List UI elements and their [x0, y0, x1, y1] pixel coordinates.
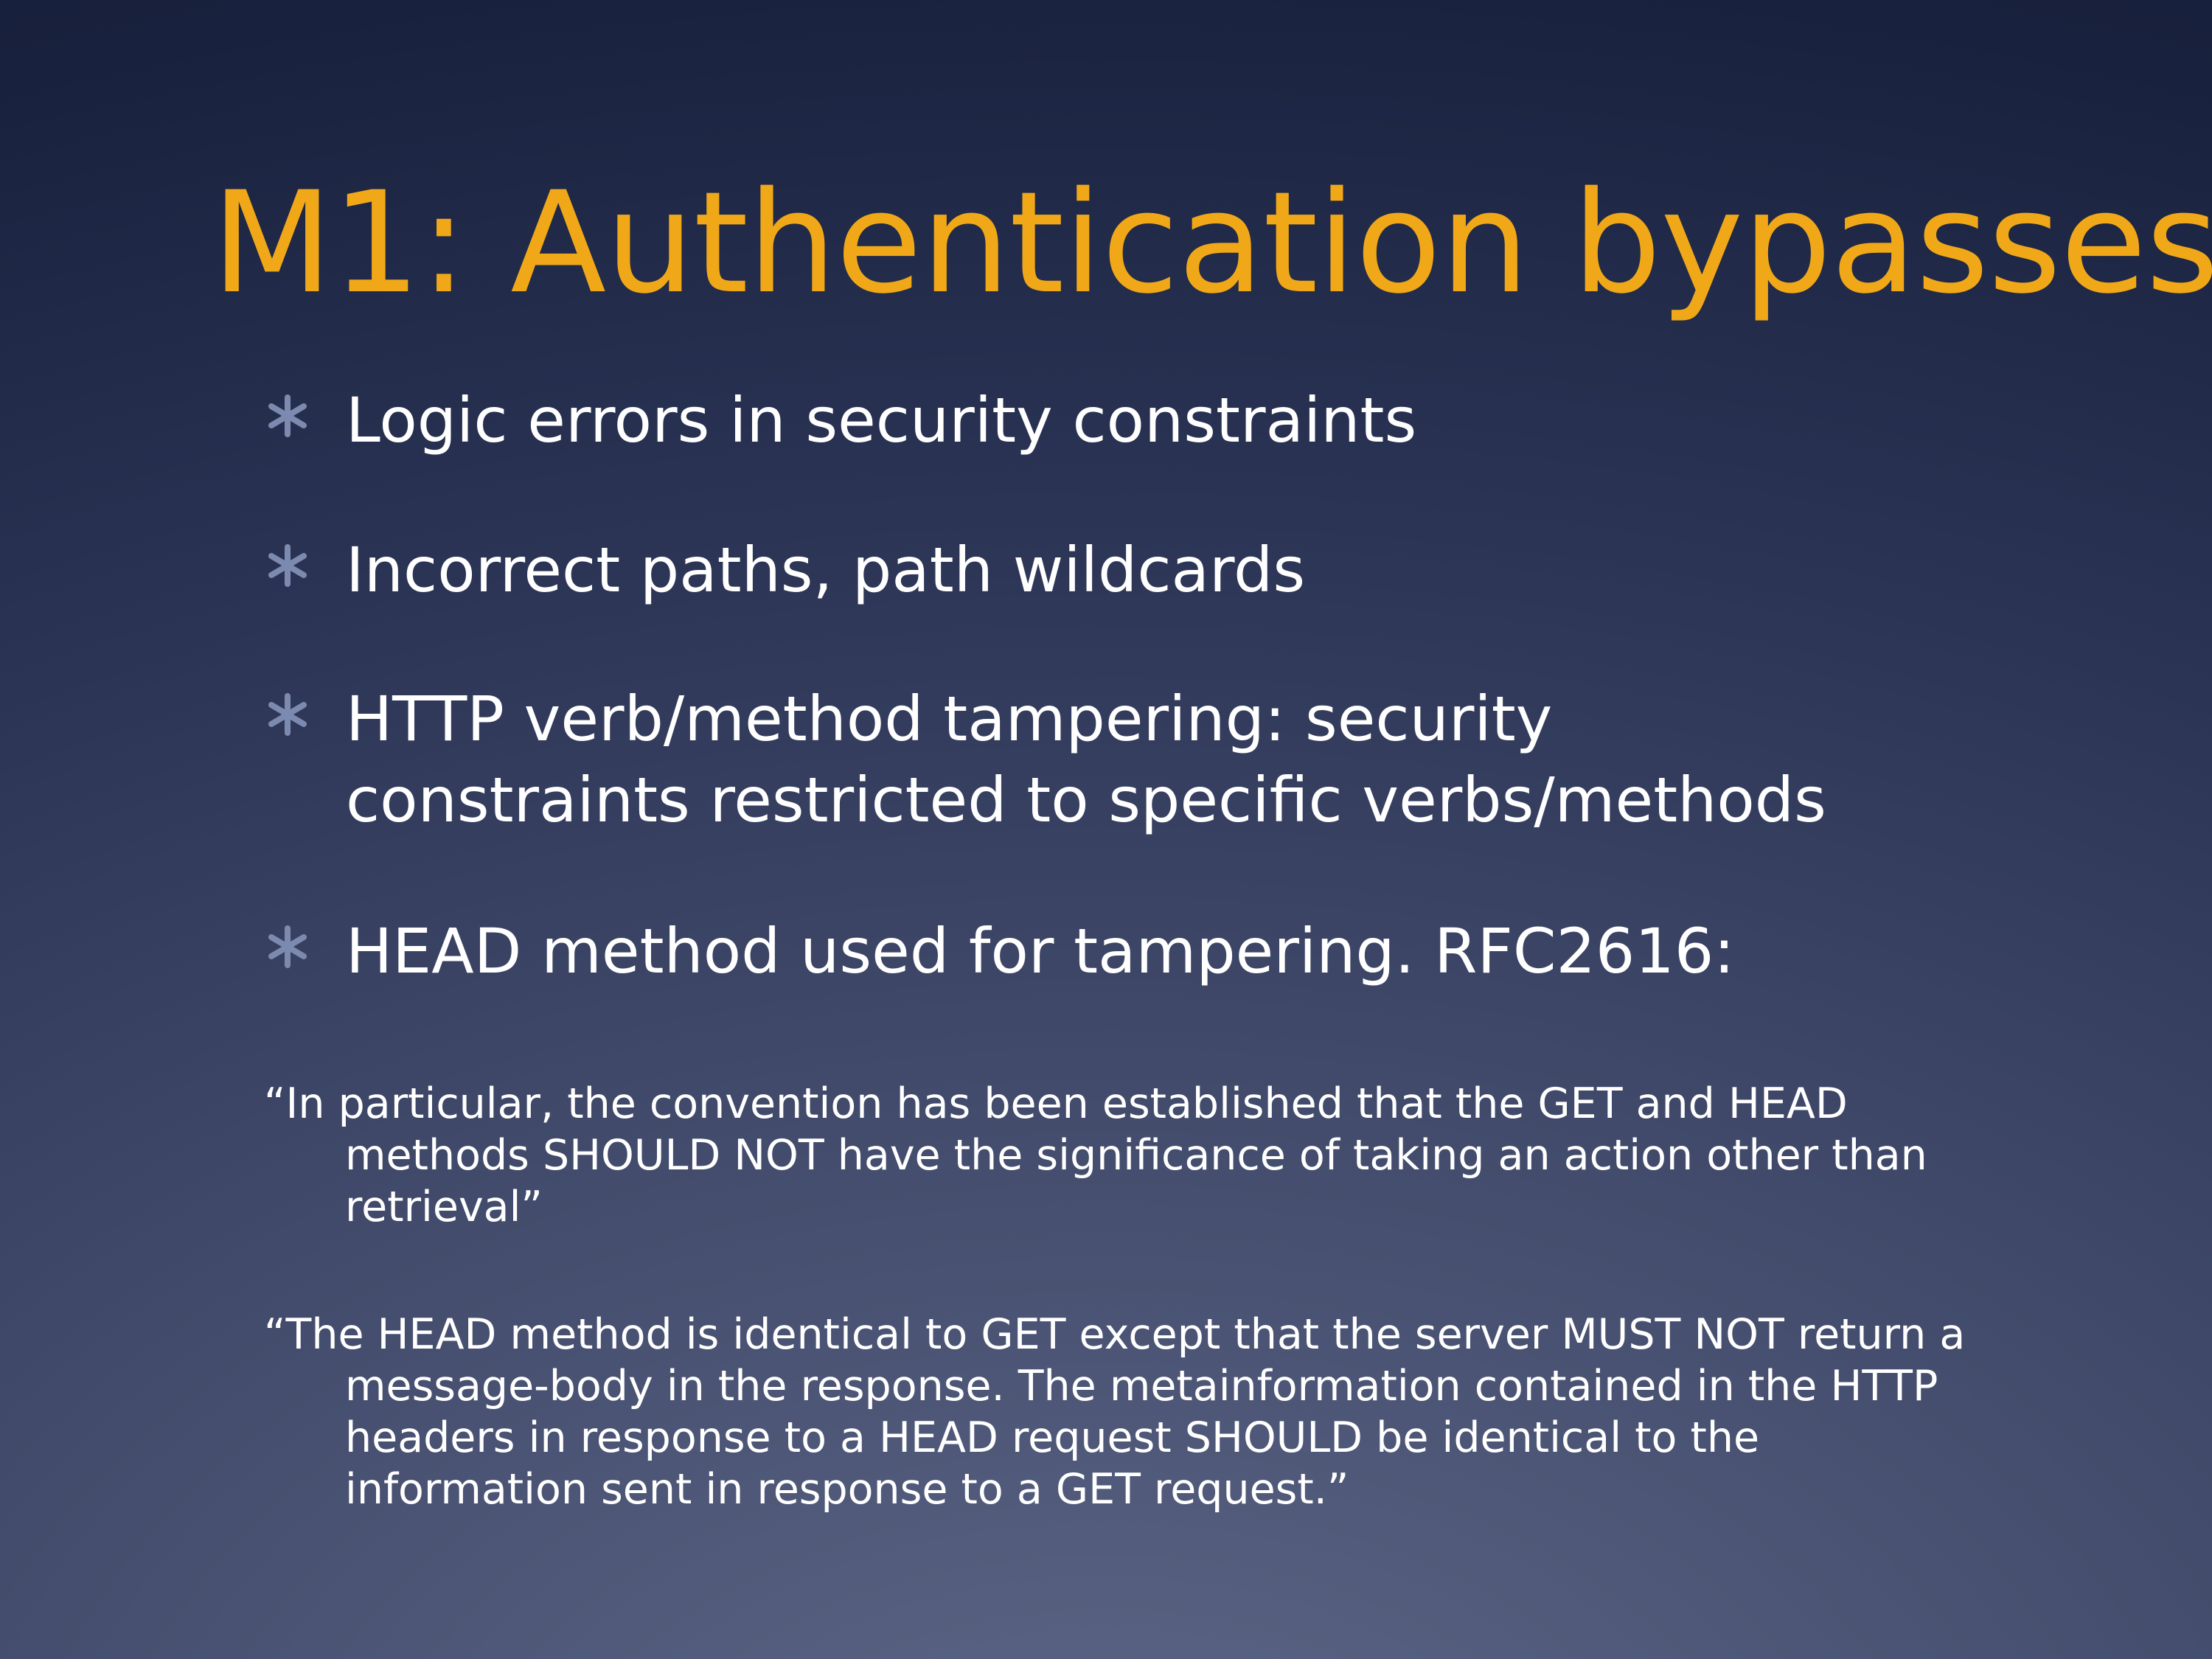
bullet-text: Incorrect paths, path wildcards — [346, 534, 1306, 606]
asterisk-icon — [268, 925, 307, 968]
bullet-item: Incorrect paths, path wildcards — [262, 529, 1958, 611]
bullet-item: Logic errors in security constraints — [262, 380, 1958, 461]
slide: M1: Authentication bypasses Logic errors… — [0, 0, 2212, 1659]
slide-title: M1: Authentication bypasses — [212, 161, 2212, 324]
rfc-quote-get-head: “In particular, the convention has been … — [264, 1079, 1927, 1231]
rfc-quote-head-method: “The HEAD method is identical to GET exc… — [264, 1310, 1966, 1514]
bullet-text: Logic errors in security constraints — [346, 384, 1417, 456]
bullet-item: HEAD method used for tampering. RFC2616: — [262, 911, 1958, 992]
bullet-item: HTTP verb/method tampering: security con… — [262, 678, 1958, 841]
asterisk-icon — [268, 693, 307, 736]
asterisk-icon — [268, 544, 307, 587]
bullet-text: HEAD method used for tampering. RFC2616: — [346, 915, 1735, 987]
asterisk-icon — [268, 394, 307, 437]
bullet-text: HTTP verb/method tampering: security con… — [346, 683, 1826, 836]
